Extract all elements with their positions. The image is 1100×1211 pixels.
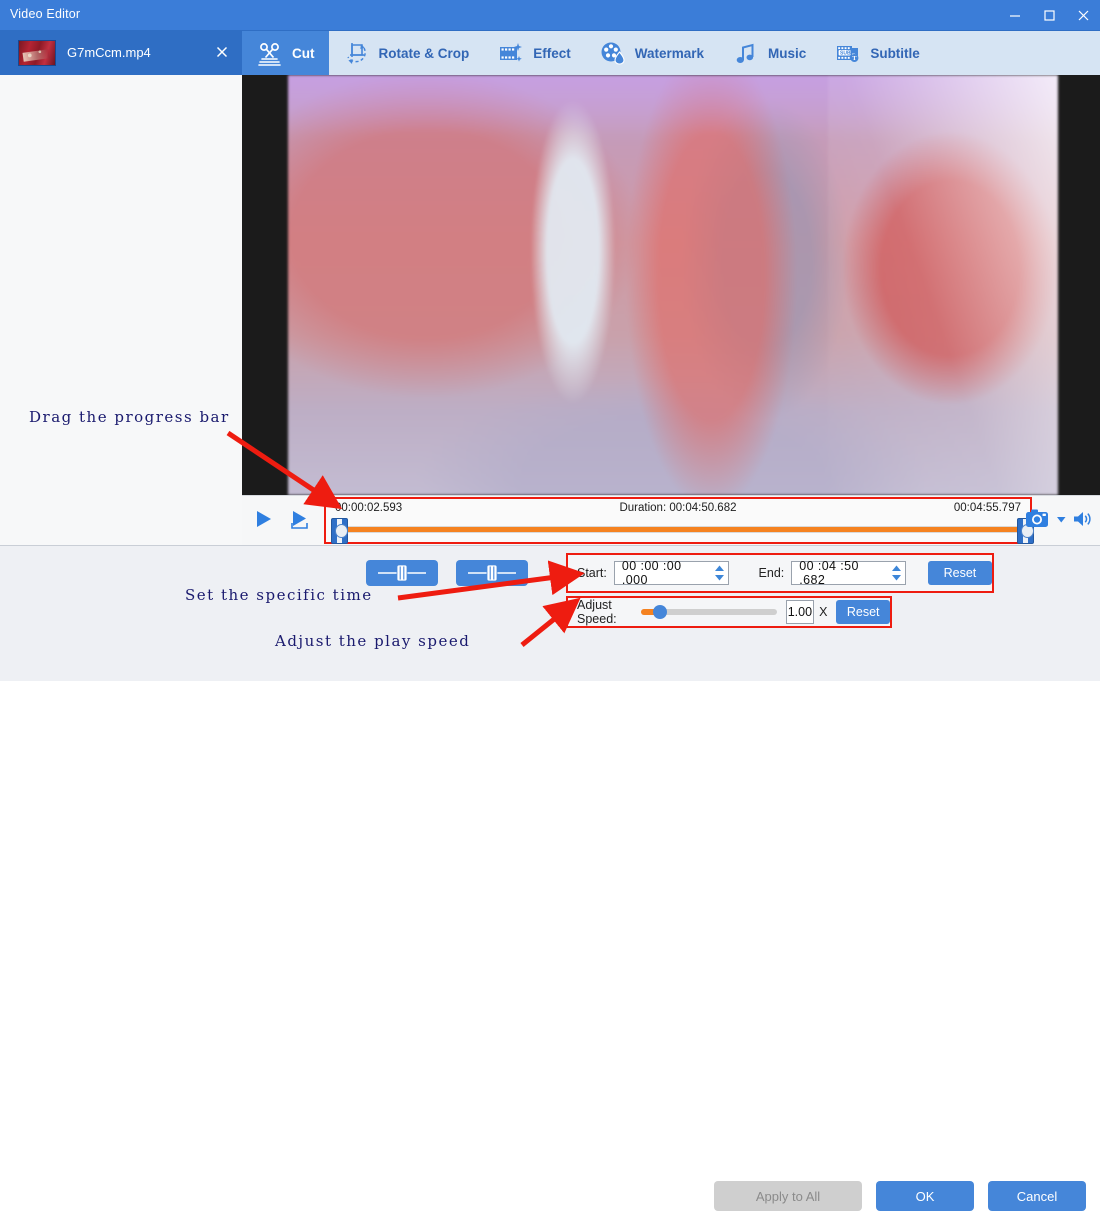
duration-label: Duration: 00:04:50.682	[326, 502, 1030, 514]
minimize-icon[interactable]	[998, 0, 1032, 30]
start-stepper[interactable]	[714, 565, 725, 581]
left-panel	[0, 75, 243, 545]
speed-reset-button[interactable]: Reset	[836, 600, 890, 624]
window-controls	[998, 0, 1100, 30]
annotation-adjust-play-speed: Adjust the play speed	[275, 632, 470, 650]
video-preview[interactable]	[242, 75, 1100, 495]
tab-rotate-crop[interactable]: Rotate & Crop	[329, 31, 484, 76]
trim-start-knob	[335, 524, 348, 538]
chevron-down-icon[interactable]	[1056, 515, 1067, 524]
annotation-set-specific-time: Set the specific time	[185, 586, 373, 604]
speed-region: Adjust Speed: 1.00 X Reset	[566, 596, 892, 628]
video-highlight	[828, 75, 1058, 495]
tab-subtitle[interactable]: SUB T Subtitle	[820, 31, 934, 76]
speed-unit-label: X	[819, 605, 827, 619]
maximize-icon[interactable]	[1032, 0, 1066, 30]
progress-bar-region[interactable]: 00:00:02.593 Duration: 00:04:50.682 00:0…	[324, 497, 1032, 544]
set-start-marker-button[interactable]	[366, 560, 438, 586]
svg-text:T: T	[853, 55, 858, 62]
tab-watermark-label: Watermark	[635, 46, 704, 61]
speed-slider[interactable]	[641, 609, 777, 615]
camera-icon[interactable]	[1025, 508, 1051, 530]
film-star-icon	[497, 40, 525, 68]
marker-buttons	[366, 560, 528, 586]
start-label: Start:	[577, 566, 607, 580]
cancel-button[interactable]: Cancel	[988, 1181, 1086, 1211]
title-bar: Video Editor	[0, 0, 1100, 30]
file-tab-label: G7mCcm.mp4	[67, 45, 151, 60]
ok-button[interactable]: OK	[876, 1181, 974, 1211]
video-thumbnail	[18, 40, 56, 66]
speaker-icon[interactable]	[1072, 509, 1094, 529]
end-label: End:	[759, 566, 785, 580]
play-icon[interactable]	[250, 506, 276, 532]
watermark-icon	[599, 40, 627, 68]
stepper-up-icon	[714, 565, 725, 572]
speed-slider-knob[interactable]	[653, 605, 667, 619]
tab-effect-label: Effect	[533, 46, 571, 61]
tab-rotate-crop-label: Rotate & Crop	[379, 46, 470, 61]
total-time: 00:04:55.797	[954, 502, 1021, 514]
svg-text:SUB: SUB	[840, 50, 851, 56]
transport-bar: 00:00:02.593 Duration: 00:04:50.682 00:0…	[242, 495, 1100, 546]
annotation-drag-progress-bar: Drag the progress bar	[29, 408, 230, 426]
music-note-icon	[732, 40, 760, 68]
dialog-actions: Apply to All OK Cancel	[714, 1181, 1086, 1211]
trim-start-handle[interactable]	[331, 518, 348, 544]
tab-effect[interactable]: Effect	[483, 31, 585, 76]
end-time-input[interactable]: 00 :04 :50 .682	[791, 561, 906, 585]
trim-time-region: Start: 00 :00 :00 .000 End: 00 :04 :50 .…	[566, 553, 994, 593]
stepper-down-icon	[714, 574, 725, 581]
tab-subtitle-label: Subtitle	[870, 46, 920, 61]
stepper-down-icon	[891, 574, 902, 581]
subtitle-icon: SUB T	[834, 40, 862, 68]
close-icon[interactable]	[214, 44, 230, 60]
end-stepper[interactable]	[891, 565, 902, 581]
end-time-value: 00 :04 :50 .682	[799, 559, 885, 587]
video-editor-window: Video Editor G7mCcm.mp4	[0, 0, 1100, 680]
apply-to-all-button[interactable]: Apply to All	[714, 1181, 862, 1211]
trim-reset-button[interactable]: Reset	[928, 561, 992, 585]
play-preview-icon[interactable]	[286, 506, 312, 532]
video-frame	[288, 75, 1058, 495]
start-time-input[interactable]: 00 :00 :00 .000	[614, 561, 729, 585]
time-readouts: 00:00:02.593 Duration: 00:04:50.682 00:0…	[326, 502, 1030, 518]
window-title: Video Editor	[10, 7, 80, 21]
editor-toolbar: Cut Rotate & Crop	[242, 30, 1100, 76]
rotate-crop-icon	[343, 40, 371, 68]
file-tab[interactable]: G7mCcm.mp4	[0, 30, 242, 75]
tab-music[interactable]: Music	[718, 31, 820, 76]
transport-right-controls	[1025, 508, 1094, 530]
stepper-up-icon	[891, 565, 902, 572]
tab-cut-label: Cut	[292, 46, 315, 61]
start-time-value: 00 :00 :00 .000	[622, 559, 708, 587]
tab-watermark[interactable]: Watermark	[585, 31, 718, 76]
tab-music-label: Music	[768, 46, 806, 61]
set-end-marker-button[interactable]	[456, 560, 528, 586]
speed-value-input[interactable]: 1.00	[786, 600, 814, 624]
close-icon[interactable]	[1066, 0, 1100, 30]
tab-strip: G7mCcm.mp4 Cut	[0, 30, 1100, 75]
scissors-icon	[256, 40, 284, 68]
progress-fill	[338, 527, 1022, 532]
tab-cut[interactable]: Cut	[242, 31, 329, 76]
speed-label: Adjust Speed:	[577, 598, 631, 626]
